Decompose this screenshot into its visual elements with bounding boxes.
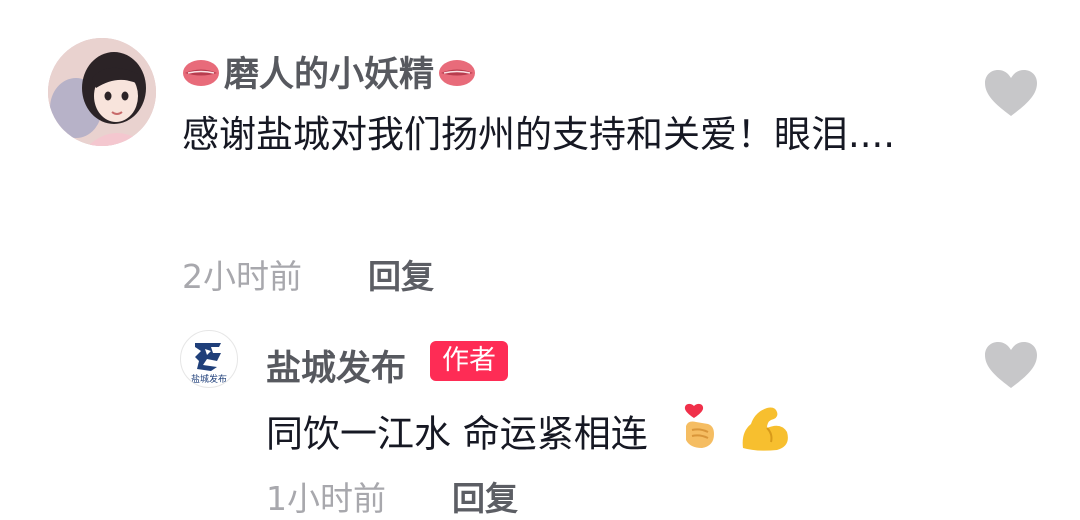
reply-username[interactable]: 盐城发布 [266,340,406,391]
heart-icon[interactable] [983,340,1039,390]
reply-timestamp: 1小时前 [266,479,386,518]
author-avatar[interactable]: 盐城发布 [180,330,238,388]
reply-text: 同饮一江水 命运紧相连 [266,402,791,470]
comment-username[interactable]: 磨人的小妖精 [182,46,476,97]
reply-button[interactable]: 回复 [452,472,518,520]
user-avatar[interactable] [48,38,156,146]
reply-text-content: 同饮一江水 命运紧相连 [266,412,648,456]
kiss-icon [182,57,220,87]
author-badge: 作者 [430,341,508,381]
comment-text: 感谢盐城对我们扬州的支持和关爱！眼泪.... [182,113,896,156]
reply-button[interactable]: 回复 [368,250,434,298]
comment-username-text: 磨人的小妖精 [224,55,435,95]
kiss-icon [438,57,476,87]
reply-username-text: 盐城发布 [266,349,407,389]
comment-timestamp: 2小时前 [182,257,302,296]
author-avatar-caption: 盐城发布 [190,375,227,385]
pinched-fingers-heart-emoji [678,402,720,470]
heart-icon[interactable] [983,68,1039,118]
flexed-biceps-emoji [737,402,791,470]
